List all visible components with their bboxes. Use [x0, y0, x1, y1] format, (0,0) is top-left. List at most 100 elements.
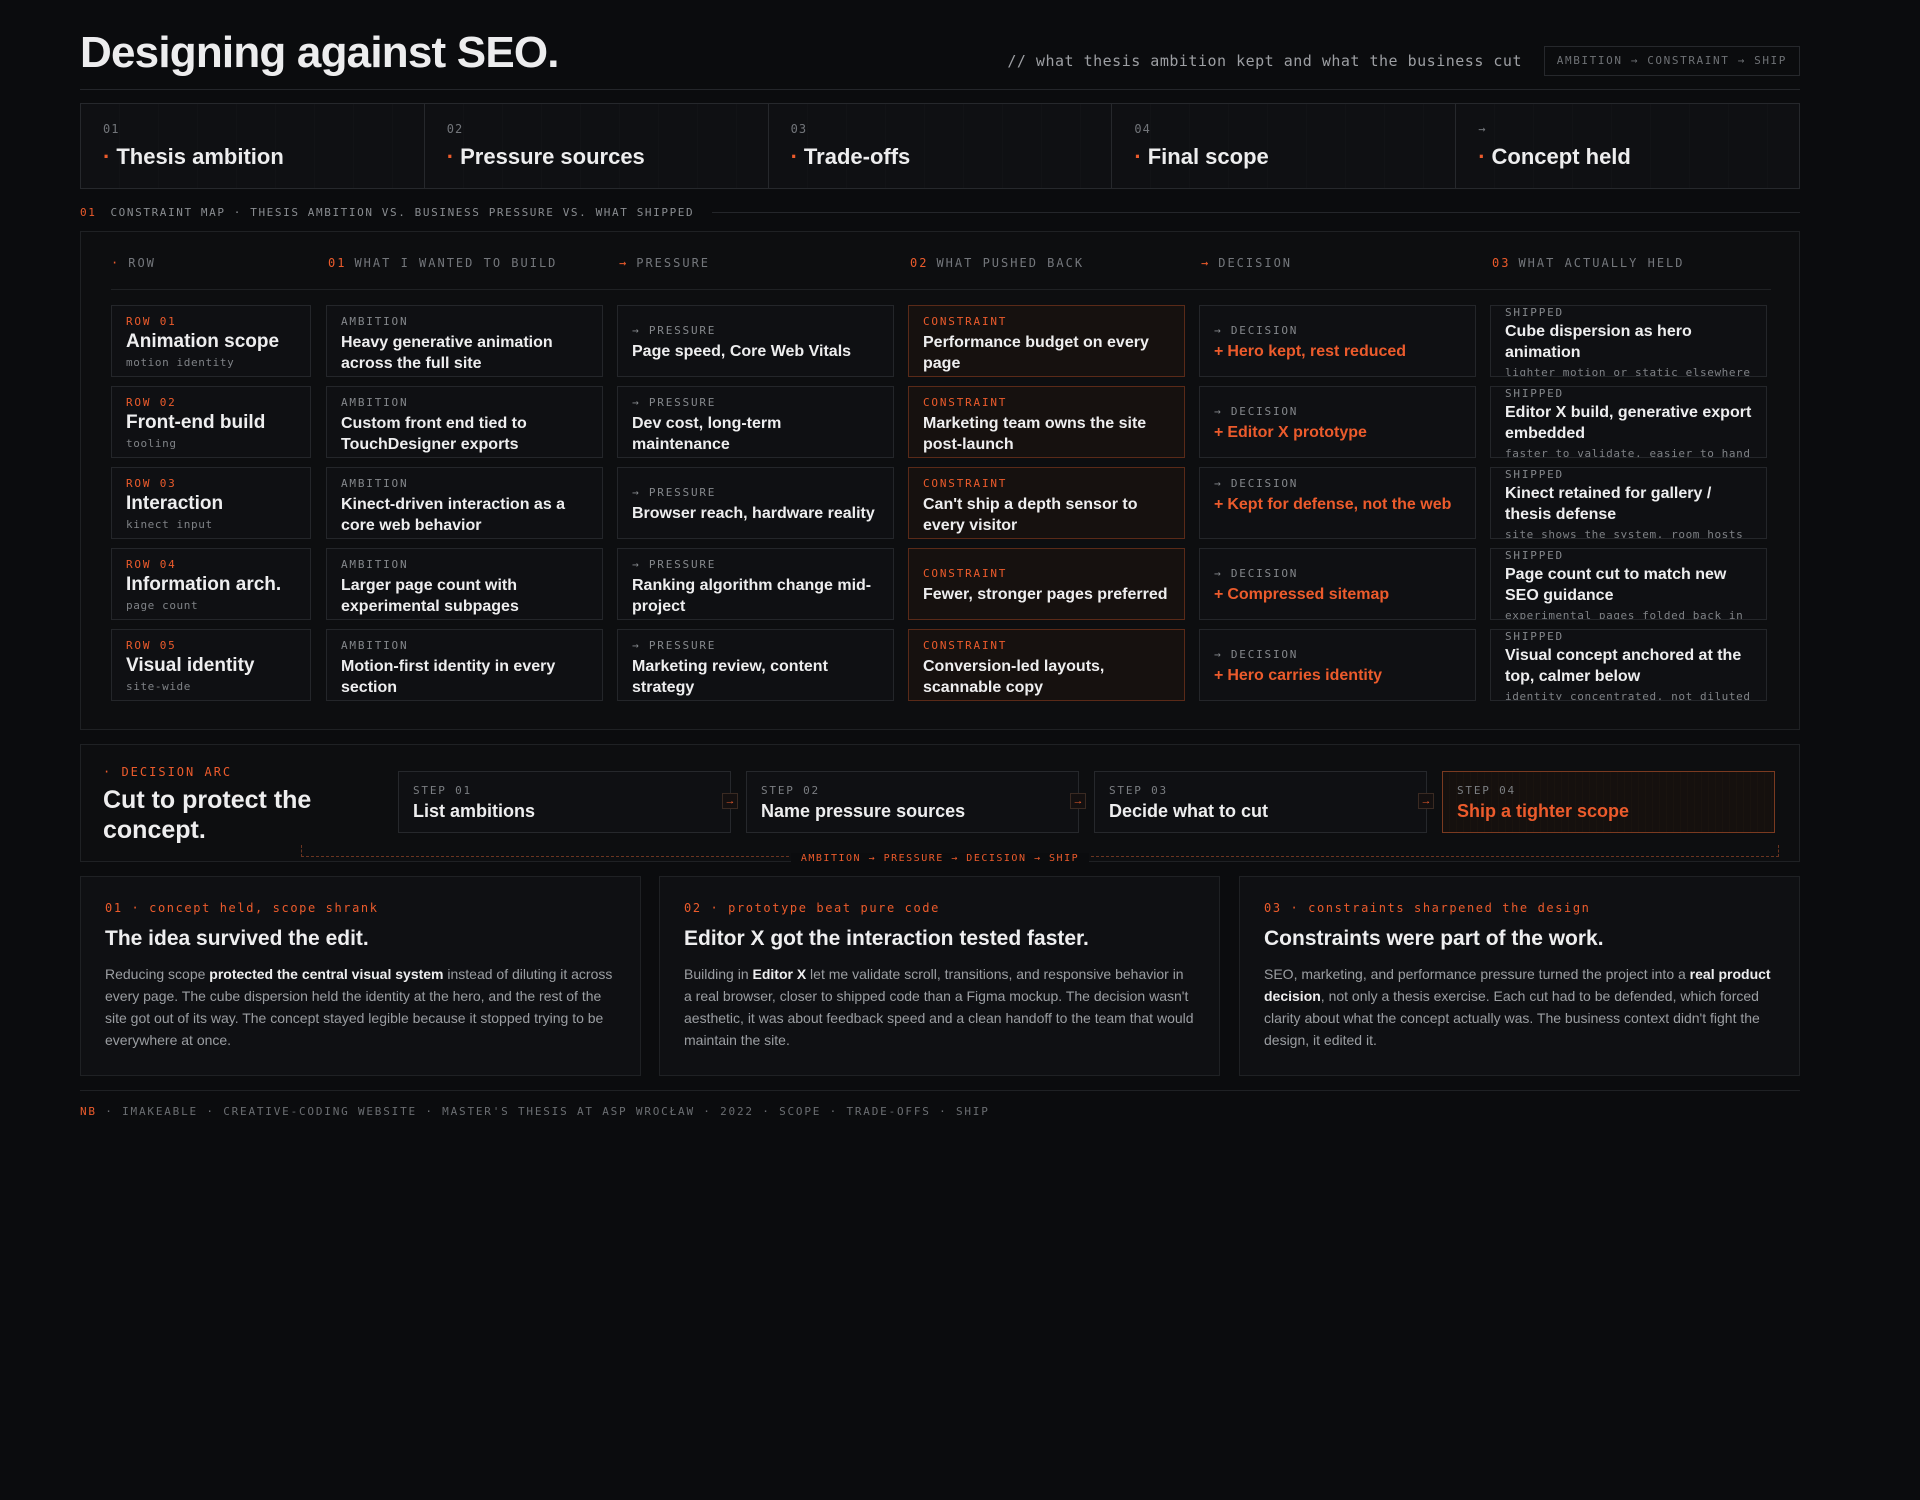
cell-tag: → PRESSURE [632, 486, 717, 499]
row-tag: ROW 02 [126, 396, 177, 409]
tab-number: → [1478, 122, 1487, 136]
plus-icon: + [1214, 343, 1224, 360]
row-subtitle: kinect input [126, 518, 213, 531]
shipped-cell: SHIPPED Visual concept anchored at the t… [1490, 629, 1767, 701]
decision-cell: → DECISION + Editor X prototype [1199, 386, 1476, 458]
ambition-cell: AMBITION Motion-first identity in every … [326, 629, 603, 701]
ambition-cell: AMBITION Larger page count with experime… [326, 548, 603, 620]
cell-tag: → DECISION [1214, 648, 1299, 661]
tab-label: · Thesis ambition [103, 144, 284, 169]
row-title: Animation scope [126, 331, 280, 352]
pressure-cell: → PRESSURE Browser reach, hardware reali… [617, 467, 894, 539]
pressure-cell: → PRESSURE Dev cost, long-term maintenan… [617, 386, 894, 458]
decision-cell: → DECISION + Hero carries identity [1199, 629, 1476, 701]
cell-text: Custom front end tied to TouchDesigner e… [341, 415, 527, 453]
cell-tag: → PRESSURE [632, 639, 717, 652]
decision-arc: · DECISION ARC Cut to protect the concep… [80, 744, 1800, 864]
step-decide-cut: STEP 03 Decide what to cut [1094, 771, 1427, 833]
tab-pressure-sources[interactable]: 02 · Pressure sources [424, 104, 769, 188]
cell-tag: → DECISION [1214, 477, 1299, 490]
cell-text: Editor X build, generative export embedd… [1505, 404, 1752, 442]
tab-number: 03 [790, 122, 808, 136]
step-number: STEP 03 [1109, 784, 1168, 797]
cell-tag: CONSTRAINT [923, 315, 1008, 328]
dot-icon: · [790, 144, 798, 169]
cell-tag: CONSTRAINT [923, 396, 1008, 409]
row-subtitle: site-wide [126, 680, 192, 693]
cell-tag: → DECISION [1214, 324, 1299, 337]
constraint-cell: CONSTRAINT Can't ship a depth sensor to … [908, 467, 1185, 539]
pressure-cell: → PRESSURE Page speed, Core Web Vitals [617, 305, 894, 377]
row-subtitle: motion identity [126, 356, 235, 369]
constraint-cell: CONSTRAINT Fewer, stronger pages preferr… [908, 548, 1185, 620]
tab-number: 01 [103, 122, 120, 136]
step-ship-scope: STEP 04 Ship a tighter scope [1442, 771, 1775, 833]
row-label-cell: ROW 03 Interaction kinect input [111, 467, 311, 539]
row-title: Interaction [126, 493, 224, 514]
step-list-ambitions: STEP 01 List ambitions [398, 771, 731, 833]
card-kicker: 01 · concept held, scope shrank [105, 901, 379, 915]
cell-tag: → PRESSURE [632, 396, 717, 409]
tab-number: 02 [446, 122, 464, 136]
tab-thesis-ambition[interactable]: 01 · Thesis ambition [81, 104, 425, 188]
tab-label: · Trade-offs [790, 144, 911, 169]
dot-icon: · [1134, 144, 1142, 169]
cell-text: Marketing team owns the site post-launch [923, 415, 1147, 453]
card-heading: Constraints were part of the work. [1264, 927, 1604, 950]
row-tag: ROW 01 [126, 315, 177, 328]
constraint-cell: CONSTRAINT Performance budget on every p… [908, 305, 1185, 377]
tab-final-scope[interactable]: 04 · Final scope [1112, 104, 1457, 188]
row-label-cell: ROW 01 Animation scope motion identity [111, 305, 311, 377]
cell-subtext: site shows the system, room hosts the in… [1505, 528, 1744, 539]
column-header-pressure: → PRESSURE [619, 256, 711, 270]
ambition-cell: AMBITION Heavy generative animation acro… [326, 305, 603, 377]
card-heading: The idea survived the edit. [105, 927, 369, 950]
cell-text: Kinect-driven interaction as a core web … [341, 496, 566, 534]
cell-tag: CONSTRAINT [923, 477, 1008, 490]
step-label: List ambitions [413, 801, 536, 821]
card-body: Reducing scope protected the central vis… [105, 966, 613, 1048]
page-title: Designing against SEO. [80, 28, 560, 77]
cell-text: Performance budget on every page [923, 334, 1149, 372]
column-headers: · ROW 01 WHAT I WANTED TO BUILD → PRESSURE … [111, 256, 1771, 290]
cell-text: Visual concept anchored at the top, calm… [1505, 647, 1742, 685]
decision-cell: → DECISION + Kept for defense, not the we… [1199, 467, 1476, 539]
shipped-cell: SHIPPED Editor X build, generative expor… [1490, 386, 1767, 458]
tab-concept-held[interactable]: → · Concept held [1456, 104, 1799, 188]
column-header-constraint: 02 WHAT PUSHED BACK [910, 256, 1085, 270]
cell-text: + Hero carries identity [1214, 667, 1383, 684]
cell-text: Dev cost, long-term maintenance [632, 415, 782, 453]
ambition-cell: AMBITION Kinect-driven interaction as a … [326, 467, 603, 539]
cell-tag: AMBITION [341, 639, 409, 652]
tab-trade-offs[interactable]: 03 · Trade-offs [768, 104, 1113, 188]
cell-tag: AMBITION [341, 396, 409, 409]
tab-label: · Concept held [1478, 144, 1631, 169]
cell-tag: SHIPPED [1505, 387, 1564, 400]
shipped-cell: SHIPPED Kinect retained for gallery / th… [1490, 467, 1767, 539]
cell-subtext: faster to validate, easier to hand off [1505, 447, 1751, 458]
cell-tag: AMBITION [341, 477, 409, 490]
constraint-map: · ROW 01 WHAT I WANTED TO BUILD → PRESSURE … [80, 231, 1800, 730]
cell-text: Kinect retained for gallery / thesis def… [1505, 485, 1712, 523]
insight-card: 01 · concept held, scope shrank The idea… [80, 876, 641, 1076]
row-subtitle: tooling [126, 437, 177, 450]
cell-text: + Kept for defense, not the web [1214, 496, 1452, 513]
card-body: SEO, marketing, and performance pressure… [1264, 966, 1771, 1048]
cell-tag: → PRESSURE [632, 324, 717, 337]
cell-text: Page count cut to match new SEO guidance [1505, 566, 1727, 604]
plus-icon: + [1214, 667, 1224, 684]
plus-icon: + [1214, 586, 1224, 603]
pressure-cell: → PRESSURE Marketing review, content str… [617, 629, 894, 701]
plus-icon: + [1214, 496, 1224, 513]
cell-text: Motion-first identity in every section [341, 658, 556, 696]
insight-card: 02 · prototype beat pure code Editor X g… [659, 876, 1220, 1076]
section-number: 01 [80, 205, 97, 219]
cell-text: Page speed, Core Web Vitals [632, 343, 852, 360]
cell-text: + Editor X prototype [1214, 424, 1367, 441]
cell-tag: → DECISION [1214, 567, 1299, 580]
step-number: STEP 01 [413, 784, 472, 797]
footer-nb: NB [80, 1105, 97, 1118]
row-title: Information arch. [126, 574, 282, 595]
row-label-cell: ROW 02 Front-end build tooling [111, 386, 311, 458]
cell-tag: AMBITION [341, 558, 409, 571]
